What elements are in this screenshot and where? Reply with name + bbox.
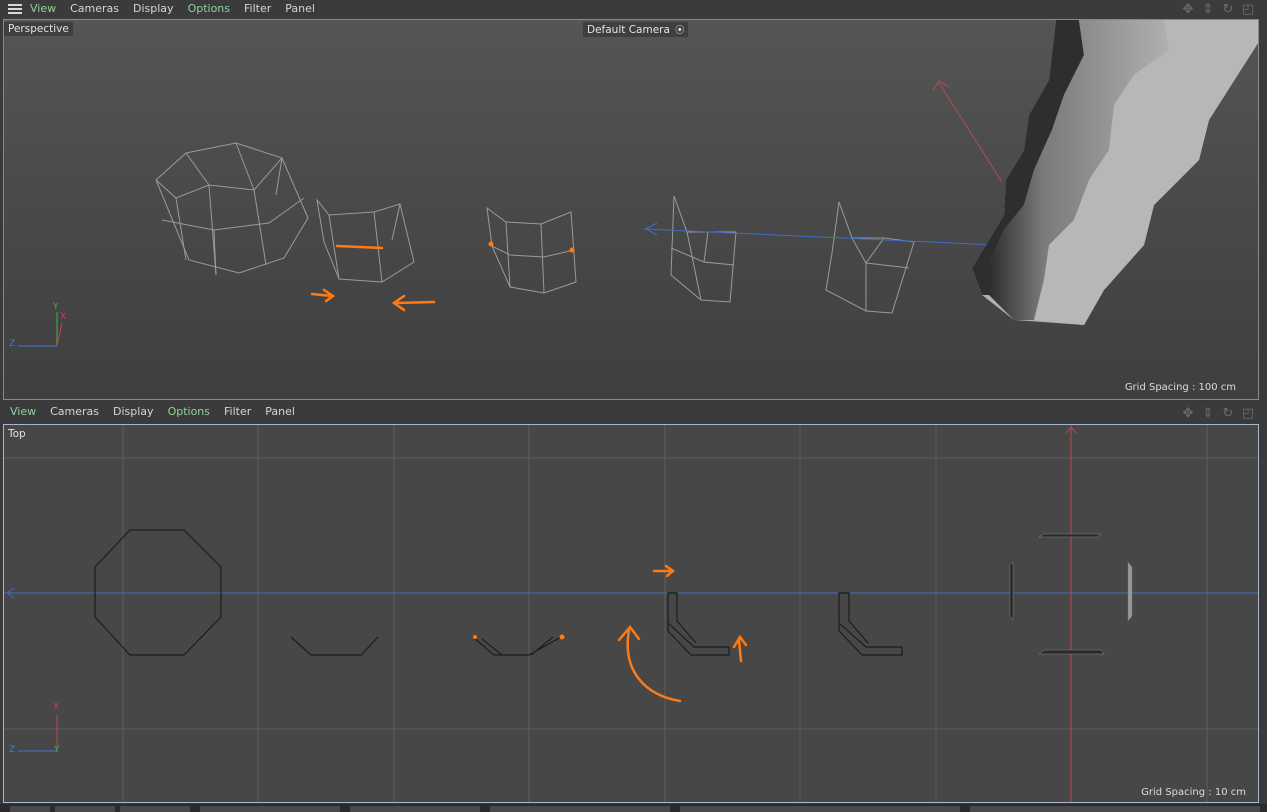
menu-options[interactable]: Options xyxy=(188,0,230,18)
top-viewport[interactable]: Top X Y Z Grid Spacing : 10 cm xyxy=(3,424,1259,803)
dolly-icon[interactable]: ⇕ xyxy=(1200,1,1216,17)
grid-spacing-top: Grid Spacing : 10 cm xyxy=(1141,787,1246,798)
orange-annotations xyxy=(310,244,436,312)
profile-2 xyxy=(290,636,379,656)
axis-label-z-top: Z xyxy=(9,745,16,755)
menu-display-2[interactable]: Display xyxy=(113,403,154,421)
maximize-icon[interactable]: ◰ xyxy=(1240,1,1256,17)
rotate-icon[interactable]: ↻ xyxy=(1220,1,1236,17)
axis-gizmo xyxy=(18,312,63,347)
menu-panel-2[interactable]: Panel xyxy=(265,403,295,421)
top-nav-icons: ✥ ⇕ ↻ ◰ xyxy=(1180,1,1256,17)
top-scene xyxy=(4,425,1258,802)
bottom-nav-icons: ✥ ⇕ ↻ ◰ xyxy=(1180,405,1256,421)
bottom-menu-bar: View Cameras Display Options Filter Pane… xyxy=(0,403,1267,421)
profile-5 xyxy=(838,592,903,656)
view-label-perspective: Perspective xyxy=(4,22,73,36)
octagon-tube-wireframe xyxy=(155,142,309,276)
shaded-wavy-object xyxy=(972,20,1258,325)
camera-name: Default Camera xyxy=(587,24,670,36)
red-axis-line xyxy=(938,82,1003,183)
orange-annotations-top xyxy=(617,564,748,703)
menu-options-2[interactable]: Options xyxy=(168,403,210,421)
axis-label-z: Z xyxy=(9,339,16,349)
menu-cameras[interactable]: Cameras xyxy=(70,0,119,18)
hamburger-menu-icon[interactable] xyxy=(8,4,22,14)
menu-display[interactable]: Display xyxy=(133,0,174,18)
top-menu-bar: View Cameras Display Options Filter Pane… xyxy=(0,0,1267,18)
profile-4 xyxy=(667,592,730,656)
grid-spacing-perspective: Grid Spacing : 100 cm xyxy=(1124,382,1236,393)
axis-label-x: X xyxy=(60,312,67,322)
view-label-top: Top xyxy=(8,428,26,440)
axis-gizmo-top xyxy=(18,715,58,752)
bent-plane-2-wireframe xyxy=(316,198,415,283)
bent-plane-5-wireframe xyxy=(825,201,915,314)
camera-label[interactable]: Default Camera ⦿ xyxy=(583,22,689,37)
move-icon[interactable]: ✥ xyxy=(1180,1,1196,17)
camera-icon: ⦿ xyxy=(675,26,685,36)
rotate-icon[interactable]: ↻ xyxy=(1220,405,1236,421)
profile-3 xyxy=(473,636,562,656)
menu-filter-2[interactable]: Filter xyxy=(224,403,251,421)
axis-label-y: Y xyxy=(53,302,59,312)
dolly-icon[interactable]: ⇕ xyxy=(1200,405,1216,421)
perspective-scene xyxy=(18,20,1258,347)
status-bar xyxy=(0,804,1267,812)
menu-cameras-2[interactable]: Cameras xyxy=(50,403,99,421)
axis-label-x-top: X xyxy=(53,702,60,712)
menu-view[interactable]: View xyxy=(30,0,56,18)
menu-panel[interactable]: Panel xyxy=(285,0,315,18)
menu-filter[interactable]: Filter xyxy=(244,0,271,18)
bent-plane-3-wireframe xyxy=(486,206,577,294)
blue-axis-line xyxy=(643,228,998,246)
perspective-viewport[interactable]: Perspective Default Camera ⦿ Y X Z Grid … xyxy=(3,19,1259,400)
maximize-icon[interactable]: ◰ xyxy=(1240,405,1256,421)
axis-label-y-top: Y xyxy=(54,745,60,755)
bent-plane-4-wireframe xyxy=(670,195,737,303)
menu-view-2[interactable]: View xyxy=(10,403,36,421)
move-icon[interactable]: ✥ xyxy=(1180,405,1196,421)
